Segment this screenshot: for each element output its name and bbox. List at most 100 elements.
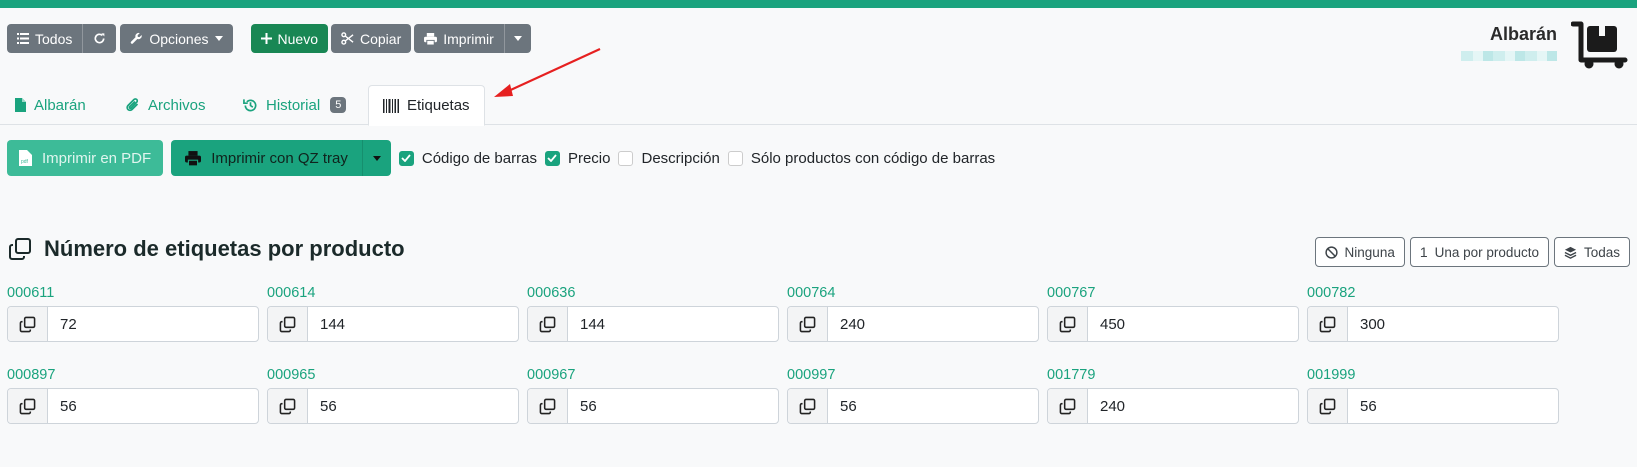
label-count-input[interactable]: 300 xyxy=(1348,307,1385,341)
product-item: 001999 56 xyxy=(1307,367,1559,424)
product-code[interactable]: 000782 xyxy=(1307,285,1559,305)
label-count-input-group: 56 xyxy=(527,388,779,424)
pdf-label: Imprimir en PDF xyxy=(42,149,152,167)
label-count-input[interactable]: 56 xyxy=(828,389,857,423)
tab-etiquetas[interactable]: Etiquetas xyxy=(368,85,485,126)
product-code[interactable]: 000614 xyxy=(267,285,519,305)
document-header: Albarán xyxy=(1461,24,1557,61)
copiar-label: Copiar xyxy=(359,30,402,47)
product-code[interactable]: 000767 xyxy=(1047,285,1299,305)
copy-icon xyxy=(528,307,568,341)
qz-group: Imprimir con QZ tray xyxy=(171,140,391,176)
label-count-input[interactable]: 240 xyxy=(1088,389,1125,423)
product-code[interactable]: 000636 xyxy=(527,285,779,305)
product-item: 000967 56 xyxy=(527,367,779,424)
label-count-input[interactable]: 144 xyxy=(308,307,345,341)
nuevo-label: Nuevo xyxy=(277,30,318,47)
tab-label: Historial xyxy=(266,96,321,114)
todos-label: Todos xyxy=(35,30,73,47)
product-item: 000997 56 xyxy=(787,367,1039,424)
nuevo-button[interactable]: Nuevo xyxy=(250,24,328,53)
checkbox-precio[interactable]: Precio xyxy=(544,149,611,167)
label-count-input[interactable]: 72 xyxy=(48,307,77,341)
imprimir-qz-button[interactable]: Imprimir con QZ tray xyxy=(171,140,362,176)
copiar-button[interactable]: Copiar xyxy=(330,24,412,53)
copy-icon xyxy=(268,389,308,423)
tab-label: Etiquetas xyxy=(407,97,470,114)
printer-icon xyxy=(185,150,202,166)
opciones-button[interactable]: Opciones xyxy=(120,24,233,53)
copy-icon xyxy=(268,307,308,341)
copy-icon xyxy=(9,238,31,260)
chevron-down-icon xyxy=(214,36,223,41)
check-icon[interactable] xyxy=(398,150,414,166)
wrench-icon xyxy=(131,32,143,44)
label-count-input[interactable]: 144 xyxy=(568,307,605,341)
checkbox-label: Descripción xyxy=(641,149,720,167)
ninguna-button[interactable]: Ninguna xyxy=(1314,237,1405,267)
opciones-label: Opciones xyxy=(149,30,209,47)
product-item: 000897 56 xyxy=(7,367,259,424)
label-count-input[interactable]: 56 xyxy=(48,389,77,423)
label-count-input[interactable]: 56 xyxy=(308,389,337,423)
tab-albaran[interactable]: Albarán xyxy=(15,85,86,125)
label-count-input[interactable]: 240 xyxy=(828,307,865,341)
top-accent-bar xyxy=(0,0,1637,8)
product-code[interactable]: 000611 xyxy=(7,285,259,305)
checkbox-codigo-barras[interactable]: Código de barras xyxy=(398,150,537,167)
copy-icon xyxy=(788,307,828,341)
tab-historial[interactable]: Historial 5 xyxy=(243,85,347,125)
checkbox-label: Sólo productos con código de barras xyxy=(750,149,996,167)
checkbox-solo-con-codigo[interactable]: Sólo productos con código de barras xyxy=(727,149,996,167)
product-code[interactable]: 001779 xyxy=(1047,367,1299,387)
copy-icon xyxy=(1308,389,1348,423)
label-count-input-group: 240 xyxy=(1047,388,1299,424)
checkbox-descripcion[interactable]: Descripción xyxy=(618,149,720,167)
product-item: 000636 144 xyxy=(527,285,779,342)
imprimir-label: Imprimir xyxy=(443,30,494,47)
label-count-input-group: 144 xyxy=(527,306,779,342)
label-count-input[interactable]: 450 xyxy=(1088,307,1125,341)
one-icon: 1 xyxy=(1419,244,1428,260)
toolbar: Todos Opciones Nuevo Copiar Imprimir xyxy=(7,24,531,53)
checkbox-label: Precio xyxy=(567,149,611,167)
label-count-input[interactable]: 56 xyxy=(568,389,597,423)
product-code[interactable]: 001999 xyxy=(1307,367,1559,387)
historial-count-badge: 5 xyxy=(330,97,347,113)
product-code[interactable]: 000997 xyxy=(787,367,1039,387)
una-label: Una por producto xyxy=(1434,244,1539,260)
tab-bar: Albarán Archivos Historial 5 Etiquetas xyxy=(0,85,1637,126)
product-code[interactable]: 000764 xyxy=(787,285,1039,305)
section-header: Número de etiquetas por producto xyxy=(8,236,405,262)
product-code[interactable]: 000965 xyxy=(267,367,519,387)
check-icon[interactable] xyxy=(544,150,560,166)
todos-button[interactable]: Todos xyxy=(7,24,83,53)
product-item: 000614 144 xyxy=(267,285,519,342)
copy-icon xyxy=(1308,307,1348,341)
label-count-input[interactable]: 56 xyxy=(1348,389,1377,423)
checkbox-box[interactable] xyxy=(727,150,743,166)
qz-dropdown-toggle[interactable] xyxy=(361,140,391,176)
product-item: 001779 240 xyxy=(1047,367,1299,424)
checkbox-box[interactable] xyxy=(618,150,634,166)
section-title: Número de etiquetas por producto xyxy=(44,236,405,261)
copy-icon xyxy=(1048,307,1088,341)
copy-icon xyxy=(528,389,568,423)
una-por-producto-button[interactable]: 1 Una por producto xyxy=(1409,237,1549,267)
printer-icon xyxy=(424,32,438,45)
product-code[interactable]: 000967 xyxy=(527,367,779,387)
plus-icon xyxy=(260,33,272,44)
todas-button[interactable]: Todas xyxy=(1553,237,1630,267)
label-count-input-group: 450 xyxy=(1047,306,1299,342)
imprimir-pdf-button[interactable]: pdf Imprimir en PDF xyxy=(7,140,164,176)
refresh-button[interactable] xyxy=(82,24,117,53)
product-code[interactable]: 000897 xyxy=(7,367,259,387)
tab-archivos[interactable]: Archivos xyxy=(126,85,206,125)
document-subtitle-blurred xyxy=(1461,51,1557,61)
todos-group: Todos xyxy=(7,24,117,53)
product-item: 000965 56 xyxy=(267,367,519,424)
copy-icon xyxy=(1048,389,1088,423)
annotation-arrow xyxy=(494,48,601,97)
paperclip-icon xyxy=(126,97,139,111)
label-count-input-group: 56 xyxy=(787,388,1039,424)
